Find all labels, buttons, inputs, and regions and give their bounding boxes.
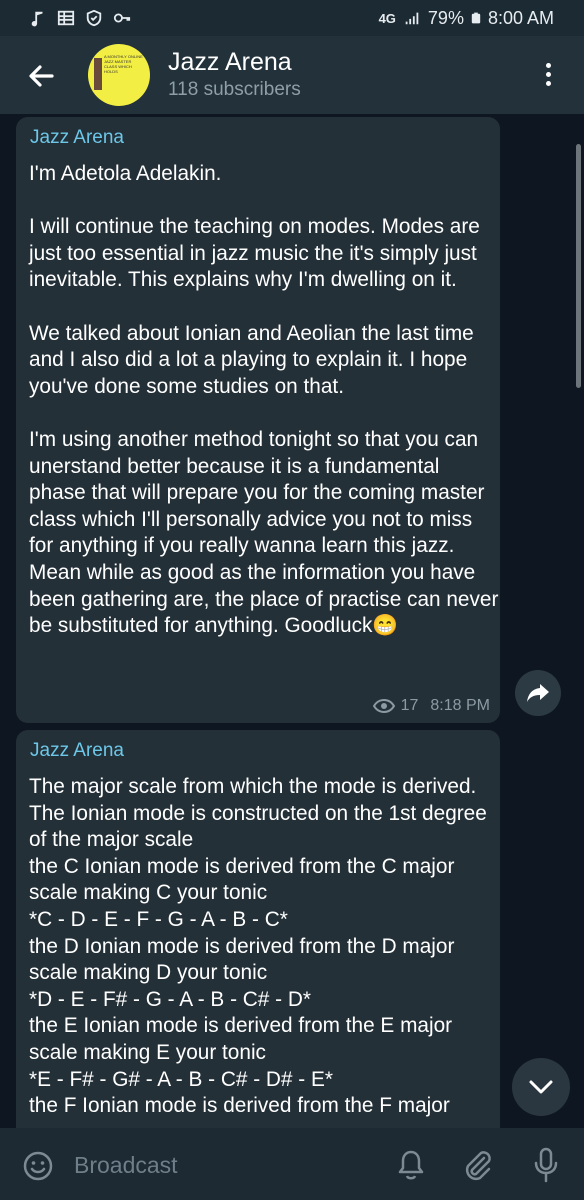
- message-sender: Jazz Arena: [30, 127, 124, 148]
- status-bar: 4G 79% 8:00 AM: [0, 0, 584, 36]
- battery-icon: [471, 12, 481, 24]
- chevron-down-icon: [529, 1080, 553, 1094]
- scroll-down-button[interactable]: [512, 1058, 570, 1116]
- message-time: 8:18 PM: [430, 697, 490, 714]
- chat-header: A MONTHLY ONLINE JAZZ MASTER CLASS WHICH…: [0, 36, 584, 114]
- microphone-icon[interactable]: [532, 1146, 560, 1184]
- music-note-icon: [31, 11, 43, 27]
- message-text: I'm Adetola Adelakin. I will continue th…: [29, 162, 499, 638]
- scrollbar[interactable]: [576, 144, 581, 388]
- status-left-icons: [0, 9, 132, 27]
- view-count: 17: [400, 697, 419, 714]
- more-options-icon[interactable]: [538, 60, 558, 94]
- key-icon: [113, 13, 131, 23]
- signal-icon: [405, 12, 419, 25]
- broadcast-input[interactable]: Broadcast: [74, 1152, 178, 1179]
- channel-title[interactable]: Jazz Arena: [168, 48, 292, 77]
- shield-icon: [86, 9, 102, 27]
- message-text: The major scale from which the mode is d…: [29, 775, 487, 1118]
- message-sender: Jazz Arena: [30, 740, 124, 761]
- attach-icon[interactable]: [460, 1148, 494, 1182]
- status-right: 4G 79% 8:00 AM: [379, 8, 584, 29]
- subscriber-count: 118 subscribers: [168, 79, 301, 100]
- input-bar: Broadcast: [0, 1128, 584, 1200]
- message-bubble[interactable]: Jazz Arena The major scale from which th…: [16, 730, 500, 1128]
- message-list[interactable]: Jazz Arena I'm Adetola Adelakin. I will …: [0, 114, 584, 1128]
- clock: 8:00 AM: [487, 7, 554, 28]
- network-label: 4G: [378, 10, 396, 26]
- bell-icon[interactable]: [396, 1148, 426, 1182]
- message-bubble[interactable]: Jazz Arena I'm Adetola Adelakin. I will …: [16, 117, 500, 723]
- views-eye-icon: [372, 699, 395, 713]
- back-arrow-icon[interactable]: [22, 56, 62, 96]
- avatar-poster-image: [94, 58, 102, 90]
- battery-percent: 79%: [427, 7, 464, 28]
- channel-avatar[interactable]: A MONTHLY ONLINE JAZZ MASTER CLASS WHICH…: [88, 44, 150, 106]
- forward-button[interactable]: [515, 670, 561, 716]
- avatar-text: A MONTHLY ONLINE JAZZ MASTER CLASS WHICH…: [104, 54, 143, 74]
- forward-arrow-icon: [527, 684, 549, 702]
- grid-icon: [57, 10, 75, 26]
- message-meta: 17 8:18 PM: [372, 697, 490, 715]
- emoji-icon[interactable]: [22, 1150, 54, 1182]
